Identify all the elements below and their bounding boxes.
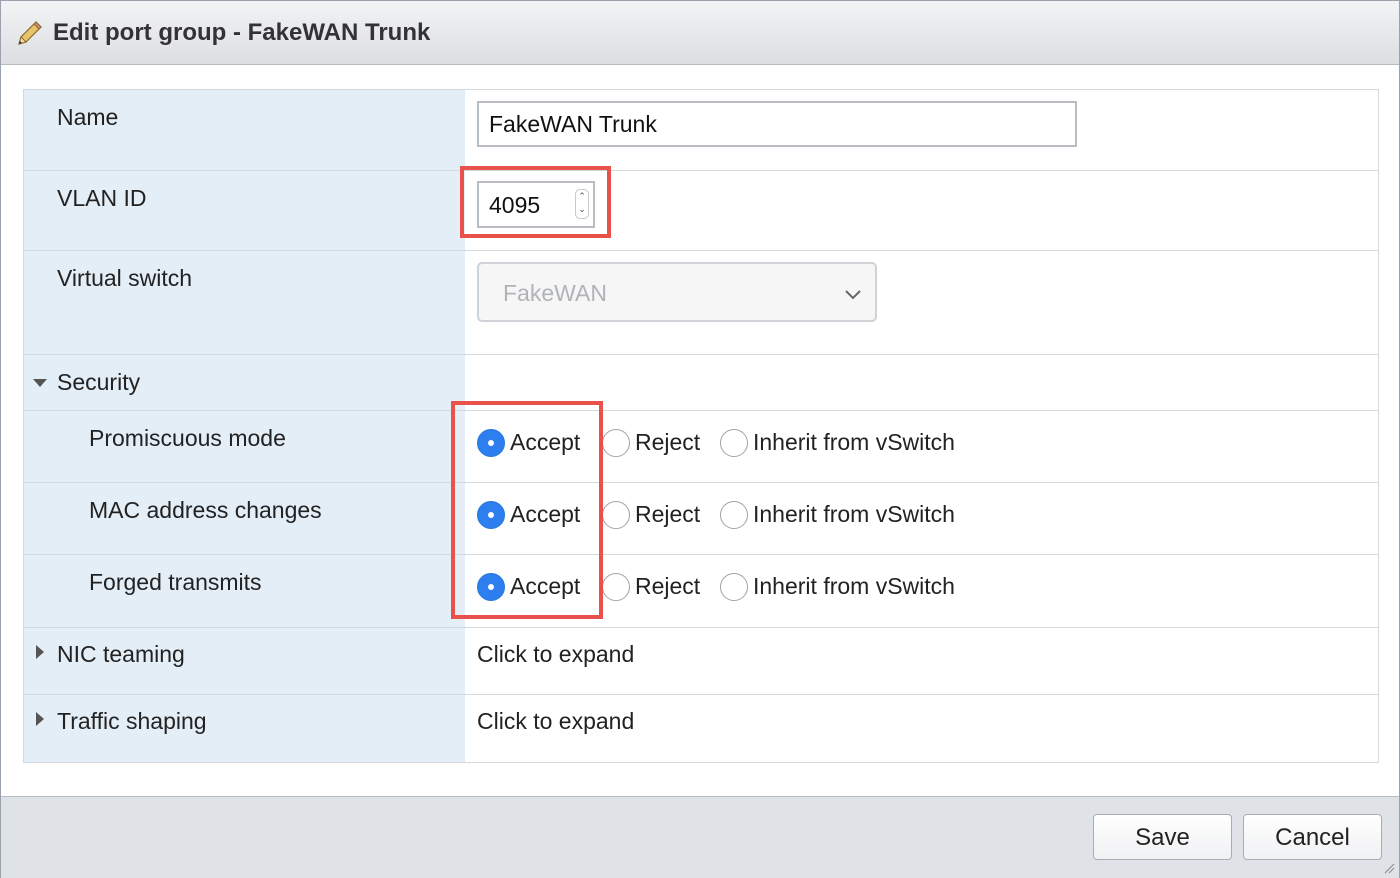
vlan-id-value: 4095 [489,192,541,218]
promiscuous-inherit-radio[interactable] [720,429,748,457]
dialog-titlebar: Edit port group - FakeWAN Trunk [1,1,1399,65]
virtual-switch-value: FakeWAN [503,280,607,306]
forged-reject-label[interactable]: Reject [635,573,700,600]
vlan-id-label: VLAN ID [57,185,147,211]
promiscuous-inherit-label[interactable]: Inherit from vSwitch [753,429,955,456]
forged-inherit-label[interactable]: Inherit from vSwitch [753,573,955,600]
forged-inherit-radio[interactable] [720,573,748,601]
security-section-header[interactable]: Security [24,355,1378,411]
mac-inherit-label[interactable]: Inherit from vSwitch [753,501,955,528]
port-group-form: Name FakeWAN Trunk VLAN ID 4095 ⌃ ⌄ Virtu… [23,89,1379,763]
promiscuous-accept-radio[interactable] [477,429,505,457]
name-label: Name [57,104,119,130]
mac-reject-label[interactable]: Reject [635,501,700,528]
resize-grip-icon[interactable] [1383,862,1395,874]
promiscuous-reject-label[interactable]: Reject [635,429,700,456]
promiscuous-reject-radio[interactable] [602,429,630,457]
forged-reject-radio[interactable] [602,573,630,601]
nic-teaming-label: NIC teaming [57,641,185,667]
traffic-shaping-section-header[interactable]: Traffic shaping Click to expand [24,695,1378,762]
vlan-id-input[interactable]: 4095 ⌃ ⌄ [477,181,595,228]
expand-triangle-down-icon[interactable] [33,379,47,387]
security-label: Security [57,369,141,395]
spinner-arrows-icon[interactable]: ⌃ ⌄ [575,189,589,219]
mac-accept-radio[interactable] [477,501,505,529]
cancel-button[interactable]: Cancel [1243,814,1382,860]
promiscuous-accept-label[interactable]: Accept [510,429,580,456]
virtual-switch-row: Virtual switch FakeWAN [24,251,1378,355]
pencil-icon [18,21,42,45]
forged-transmits-label: Forged transmits [89,569,262,595]
mac-inherit-radio[interactable] [720,501,748,529]
virtual-switch-label: Virtual switch [57,265,193,291]
name-row: Name FakeWAN Trunk [24,90,1378,171]
mac-address-changes-row: MAC address changes Accept Reject Inheri… [24,483,1378,555]
mac-address-changes-label: MAC address changes [89,497,322,523]
mac-reject-radio[interactable] [602,501,630,529]
traffic-shaping-expand-link[interactable]: Click to expand [477,708,634,735]
promiscuous-mode-row: Promiscuous mode Accept Reject Inherit f… [24,411,1378,483]
forged-accept-label[interactable]: Accept [510,573,580,600]
virtual-switch-select[interactable]: FakeWAN [477,262,877,322]
forged-transmits-row: Forged transmits Accept Reject Inherit f… [24,555,1378,628]
edit-port-group-dialog: Edit port group - FakeWAN Trunk Name Fak… [0,0,1400,878]
mac-accept-label[interactable]: Accept [510,501,580,528]
dialog-footer: Save Cancel [1,796,1399,878]
traffic-shaping-label: Traffic shaping [57,708,207,734]
name-input[interactable]: FakeWAN Trunk [477,101,1077,147]
forged-accept-radio[interactable] [477,573,505,601]
expand-triangle-right-icon[interactable] [36,712,44,726]
dialog-title: Edit port group - FakeWAN Trunk [53,19,431,46]
vlan-id-row: VLAN ID 4095 ⌃ ⌄ [24,171,1378,251]
save-button[interactable]: Save [1093,814,1232,860]
chevron-down-icon [845,290,861,300]
expand-triangle-right-icon[interactable] [36,645,44,659]
nic-teaming-section-header[interactable]: NIC teaming Click to expand [24,628,1378,695]
promiscuous-mode-label: Promiscuous mode [89,425,286,451]
nic-teaming-expand-link[interactable]: Click to expand [477,641,634,668]
